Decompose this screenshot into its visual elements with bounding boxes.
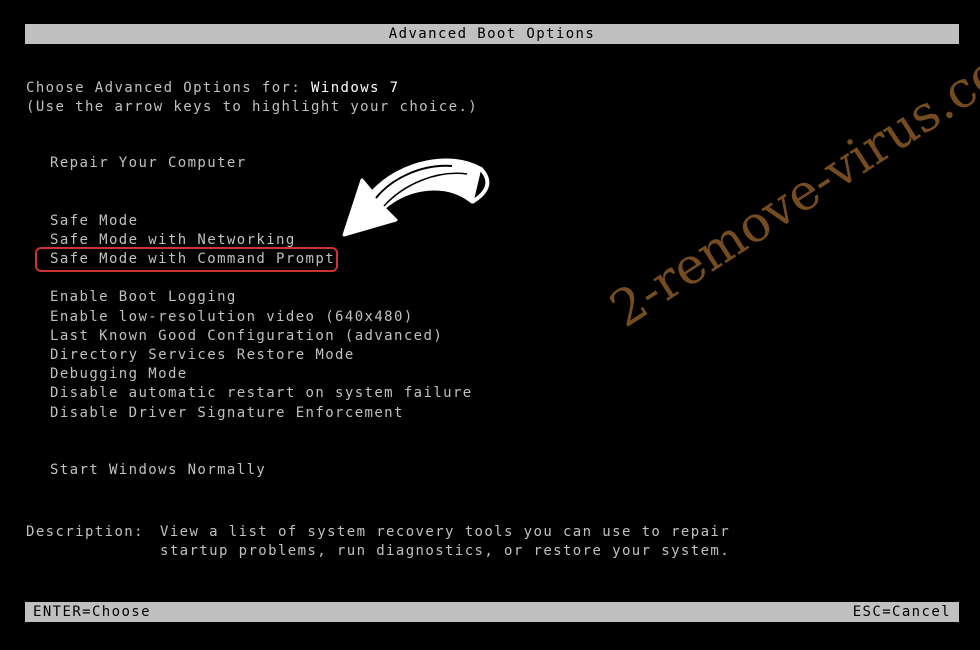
status-bar: ENTER=Choose ESC=Cancel	[25, 602, 959, 622]
description-text-line1: View a list of system recovery tools you…	[160, 524, 731, 540]
curved-arrow-icon	[342, 158, 490, 237]
menu-item-last-known-good[interactable]: Last Known Good Configuration (advanced)	[50, 327, 443, 346]
choose-options-prefix: Choose Advanced Options for:	[26, 80, 312, 96]
instruction-text: (Use the arrow keys to highlight your ch…	[26, 99, 479, 115]
menu-item-ds-restore[interactable]: Directory Services Restore Mode	[50, 346, 355, 365]
os-name: Windows 7	[311, 80, 400, 96]
page-title: Advanced Boot Options	[388, 26, 596, 42]
watermark: 2-remove-virus.com	[600, 16, 980, 339]
menu-item-disable-auto-restart[interactable]: Disable automatic restart on system fail…	[50, 384, 473, 403]
menu-item-boot-logging[interactable]: Enable Boot Logging	[50, 288, 237, 307]
choose-options-line: Choose Advanced Options for: Windows 7	[26, 79, 400, 98]
description-text-line2: startup problems, run diagnostics, or re…	[160, 543, 731, 559]
esc-hint: ESC=Cancel	[852, 604, 951, 620]
menu-item-low-res-video[interactable]: Enable low-resolution video (640x480)	[50, 308, 414, 327]
enter-hint: ENTER=Choose	[33, 604, 151, 620]
title-bar: Advanced Boot Options	[25, 24, 959, 44]
menu-item-start-normally[interactable]: Start Windows Normally	[50, 461, 266, 480]
highlight-box	[35, 247, 338, 272]
menu-item-repair[interactable]: Repair Your Computer	[50, 154, 247, 173]
description-label: Description:	[26, 524, 144, 540]
menu-item-safe-mode[interactable]: Safe Mode	[50, 212, 138, 231]
menu-item-debugging[interactable]: Debugging Mode	[50, 365, 188, 384]
menu-item-disable-driver-signature[interactable]: Disable Driver Signature Enforcement	[50, 404, 404, 423]
